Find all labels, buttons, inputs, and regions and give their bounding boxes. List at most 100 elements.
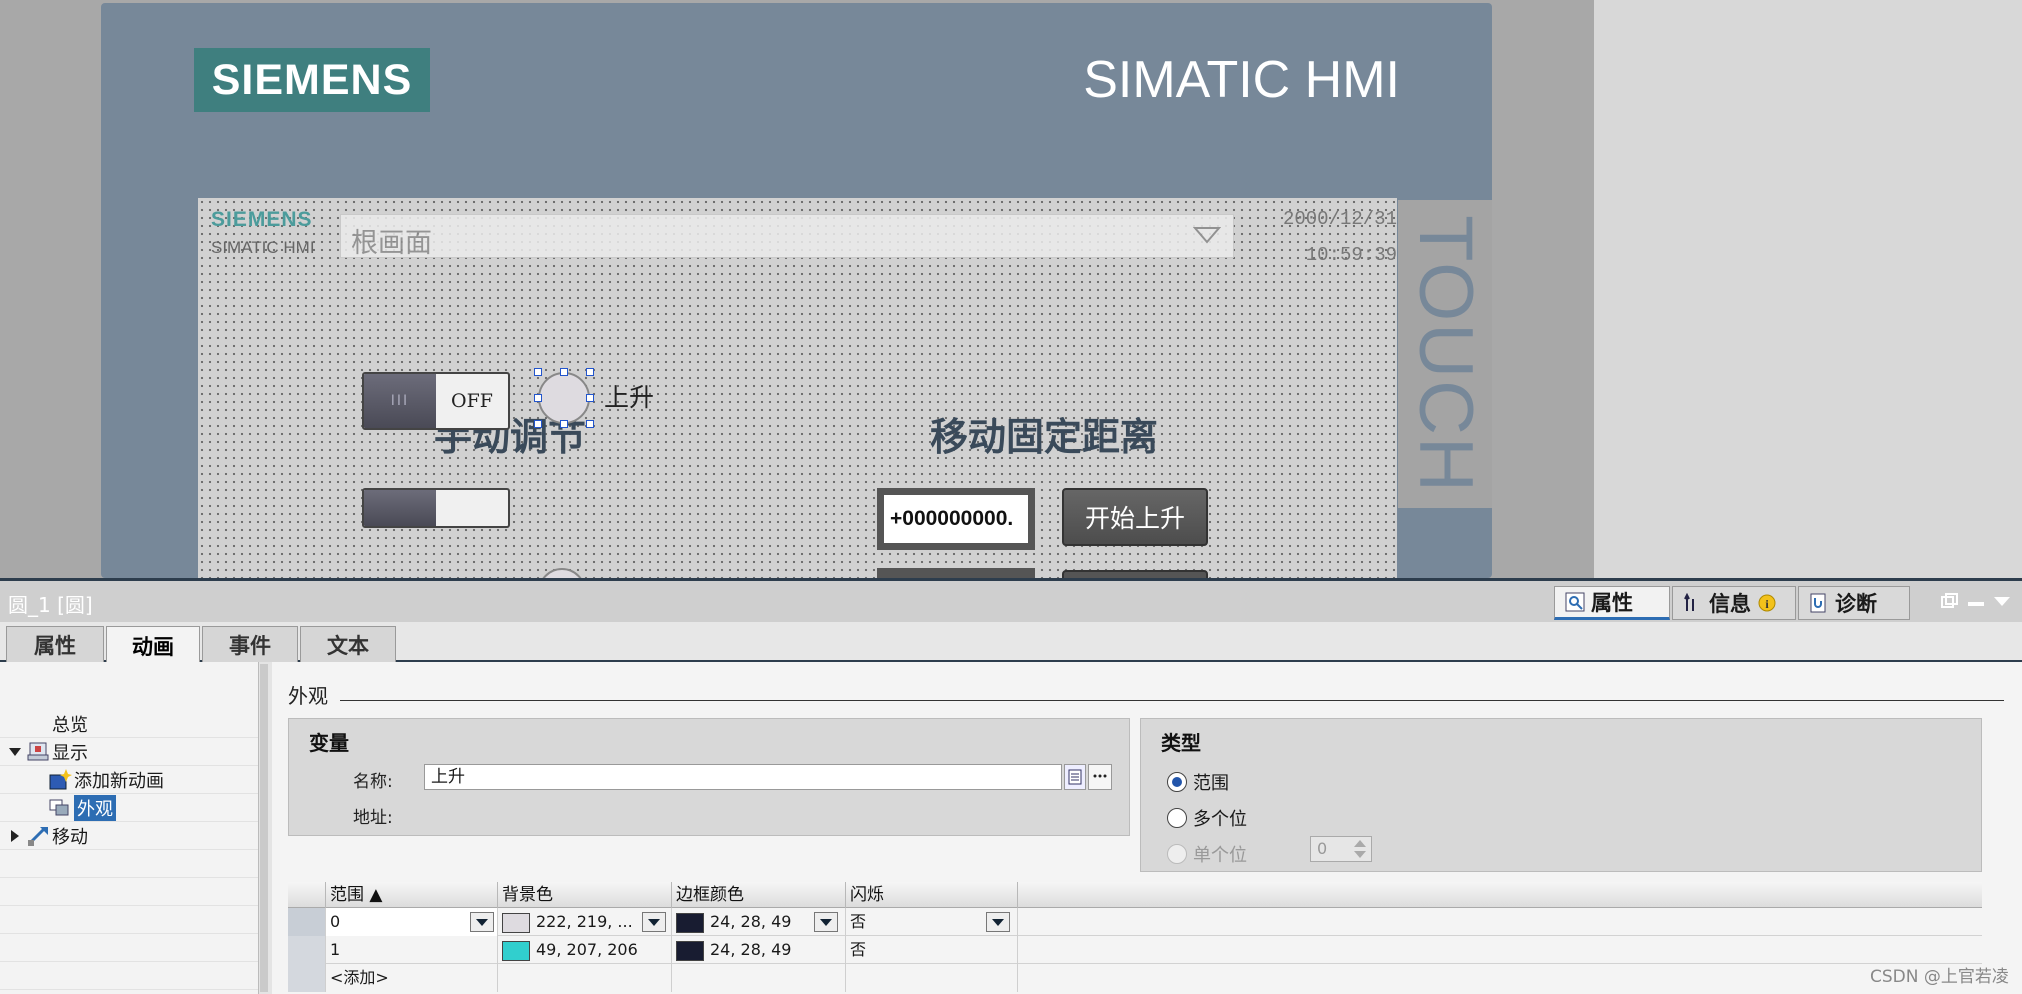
tab-events[interactable]: 事件 bbox=[202, 626, 298, 662]
radio-single-bit-control[interactable] bbox=[1167, 844, 1187, 864]
animation-tree: 总览 显示 添加新动画 外观 移动 bbox=[0, 662, 262, 994]
info-tab-icon bbox=[1684, 593, 1694, 611]
selection-handle[interactable] bbox=[534, 368, 542, 376]
row-header[interactable] bbox=[288, 908, 326, 936]
background-dropdown-icon[interactable] bbox=[642, 912, 666, 932]
tree-empty-row bbox=[0, 906, 262, 934]
tree-empty-row bbox=[0, 962, 262, 990]
border-swatch bbox=[676, 912, 704, 933]
toggle-off-label: OFF bbox=[451, 390, 493, 412]
toggle-knob-2 bbox=[364, 490, 436, 526]
toggle-switch[interactable]: III OFF bbox=[362, 372, 510, 430]
border-dropdown-icon[interactable] bbox=[814, 912, 838, 932]
scrollbar[interactable] bbox=[260, 664, 268, 992]
tab-properties[interactable]: 属性 bbox=[6, 626, 104, 662]
touch-label-text: TOUCH bbox=[1402, 214, 1488, 494]
col-background[interactable]: 背景色 bbox=[498, 882, 672, 908]
tag-list-button[interactable] bbox=[1064, 764, 1086, 790]
simatic-hmi-brand: SIMATIC HMI bbox=[1083, 51, 1400, 109]
chevron-down-icon bbox=[1193, 227, 1221, 244]
col-border-color[interactable]: 边框颜色 bbox=[672, 882, 846, 908]
lamp-label: 上升 bbox=[604, 383, 655, 412]
minimize-icon[interactable] bbox=[1966, 592, 1986, 610]
inspector-title-bar: 圆_1 [圆] 属性 信息 i 诊断 bbox=[0, 578, 2022, 622]
add-row-label: <添加> bbox=[330, 968, 389, 987]
radio-single-bit[interactable]: 单个位 bbox=[1167, 841, 1247, 867]
collapse-icon[interactable] bbox=[1992, 592, 2012, 610]
screen-selector-value: 根画面 bbox=[351, 228, 432, 259]
screen-selector[interactable]: 根画面 bbox=[340, 214, 1234, 259]
tab-info-label: 信息 bbox=[1709, 592, 1751, 616]
col-range[interactable]: 范围 ▲ bbox=[326, 882, 498, 908]
variable-group-title: 变量 bbox=[309, 731, 349, 755]
numeric-io-field-2[interactable] bbox=[877, 568, 1035, 578]
col-flash[interactable]: 闪烁 bbox=[846, 882, 1018, 908]
spinner-arrows-icon[interactable] bbox=[1350, 838, 1370, 860]
radio-range[interactable]: 范围 bbox=[1167, 769, 1229, 795]
range-dropdown-icon[interactable] bbox=[470, 912, 494, 932]
numeric-io-field[interactable]: +000000000. bbox=[877, 488, 1035, 550]
selection-handle[interactable] bbox=[586, 420, 594, 428]
tree-item-display[interactable]: 显示 bbox=[0, 738, 262, 766]
touch-label: TOUCH bbox=[1398, 200, 1492, 508]
selection-handle[interactable] bbox=[534, 394, 542, 402]
restore-icon[interactable] bbox=[1940, 592, 1960, 610]
selection-handle[interactable] bbox=[560, 368, 568, 376]
variable-name-input[interactable]: 上升 bbox=[424, 764, 1062, 790]
table-row[interactable]: 1 49, 207, 206 24, 28, 49 否 bbox=[288, 936, 1982, 964]
selection-handle[interactable] bbox=[586, 368, 594, 376]
range-value: 1 bbox=[330, 940, 341, 959]
expand-down-icon[interactable] bbox=[8, 745, 22, 759]
selection-handle[interactable] bbox=[534, 420, 542, 428]
row-header[interactable] bbox=[288, 964, 326, 992]
radio-multi-bit[interactable]: 多个位 bbox=[1167, 805, 1247, 831]
border-color-cell[interactable]: 24, 28, 49 bbox=[672, 936, 846, 964]
tree-item-movement[interactable]: 移动 bbox=[0, 822, 262, 850]
toggle-switch-2[interactable] bbox=[362, 488, 510, 528]
info-badge-icon: i bbox=[1758, 594, 1776, 612]
radio-multi-bit-control[interactable] bbox=[1167, 808, 1187, 828]
date-display: 2000/12/31 bbox=[1282, 208, 1397, 230]
tree-item-overview[interactable]: 总览 bbox=[0, 710, 262, 738]
row-header[interactable] bbox=[288, 936, 326, 964]
radio-range-control[interactable] bbox=[1167, 772, 1187, 792]
tab-diagnostics[interactable]: 诊断 bbox=[1798, 586, 1910, 620]
tree-item-overview-label: 总览 bbox=[52, 714, 88, 736]
browse-button[interactable] bbox=[1088, 764, 1112, 790]
tab-info[interactable]: 信息 i bbox=[1672, 586, 1796, 620]
section-divider bbox=[340, 700, 2004, 701]
range-cell[interactable]: 1 bbox=[326, 936, 498, 964]
flash-cell[interactable]: 否 bbox=[846, 936, 1018, 964]
background-swatch bbox=[502, 912, 530, 933]
background-cell[interactable]: 49, 207, 206 bbox=[498, 936, 672, 964]
siemens-logo-text: SIEMENS bbox=[211, 55, 413, 104]
flash-dropdown-icon[interactable] bbox=[986, 912, 1010, 932]
variable-name-label: 名称: bbox=[353, 772, 393, 792]
display-icon bbox=[27, 742, 49, 760]
radio-range-label: 范围 bbox=[1193, 773, 1229, 794]
button-2[interactable] bbox=[1062, 570, 1208, 578]
toggle-knob: III bbox=[364, 374, 436, 428]
table-add-row[interactable]: <添加> bbox=[288, 964, 1982, 992]
radio-multi-bit-label: 多个位 bbox=[1193, 809, 1247, 830]
tree-item-add-animation[interactable]: 添加新动画 bbox=[0, 766, 262, 794]
tab-animations[interactable]: 动画 bbox=[106, 626, 200, 664]
lamp-circle-2[interactable] bbox=[538, 568, 586, 578]
tab-texts[interactable]: 文本 bbox=[300, 626, 396, 662]
expand-right-icon[interactable] bbox=[8, 829, 22, 843]
lamp-circle[interactable] bbox=[538, 372, 590, 424]
table-row[interactable]: 0 222, 219, ... 24, 28, 49 否 bbox=[288, 908, 1982, 936]
tree-item-display-label: 显示 bbox=[52, 742, 88, 764]
selection-handle[interactable] bbox=[560, 420, 568, 428]
diagnostics-icon bbox=[1810, 593, 1826, 613]
add-row-cell[interactable]: <添加> bbox=[326, 964, 498, 992]
border-value: 24, 28, 49 bbox=[710, 940, 792, 959]
start-raise-button[interactable]: 开始上升 bbox=[1062, 488, 1208, 546]
selection-handle[interactable] bbox=[586, 394, 594, 402]
move-distance-title: 移动固定距离 bbox=[930, 414, 1159, 459]
hmi-screen[interactable]: SIEMENS SIMATIC HMI 根画面 2000/12/31 10:59… bbox=[198, 198, 1397, 578]
tree-item-appearance[interactable]: 外观 bbox=[0, 794, 262, 822]
tab-properties-main[interactable]: 属性 bbox=[1554, 586, 1670, 620]
radio-single-bit-label: 单个位 bbox=[1193, 845, 1247, 866]
appearance-icon bbox=[49, 799, 69, 815]
